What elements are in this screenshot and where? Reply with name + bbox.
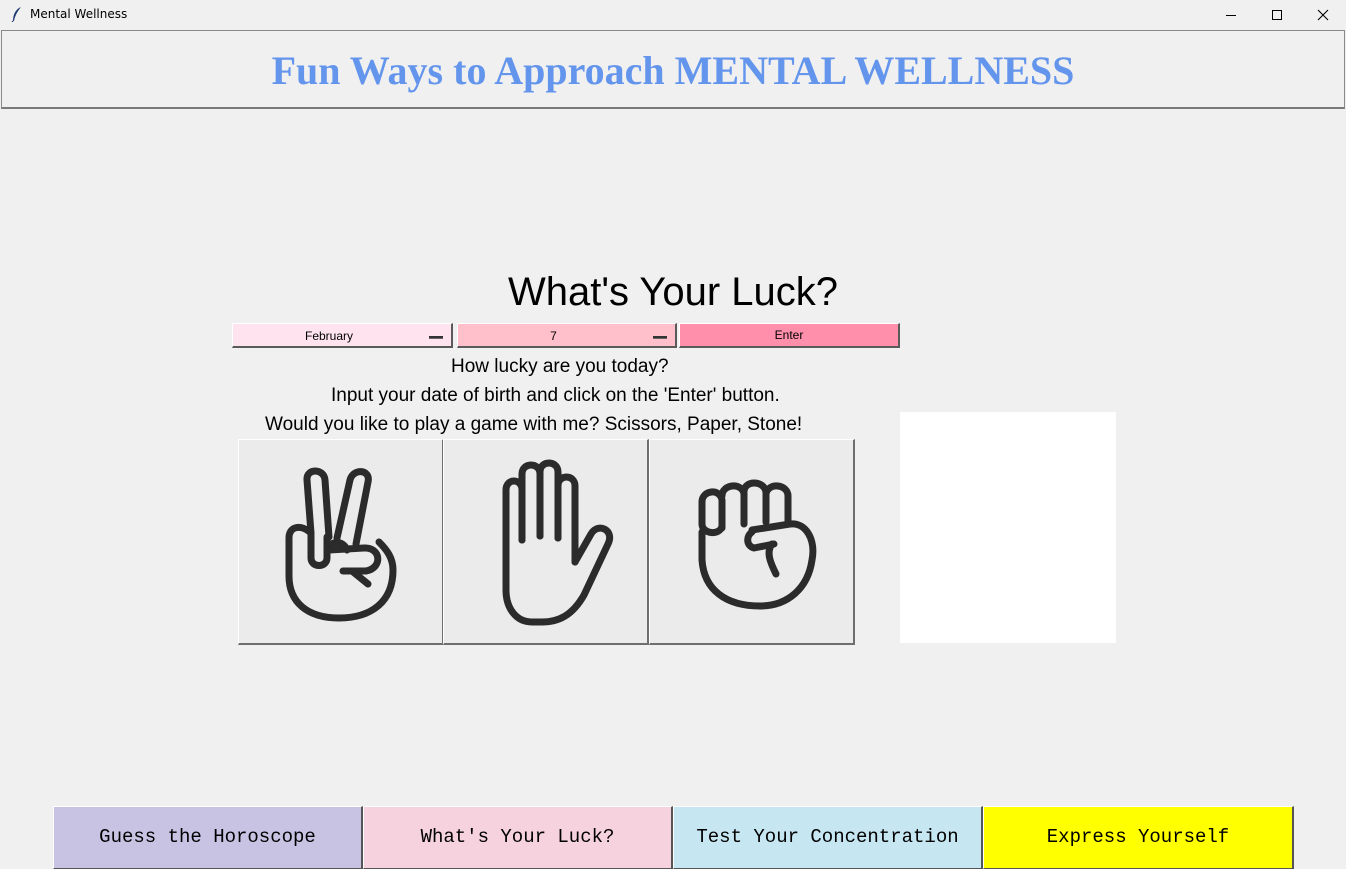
scissors-hand-icon xyxy=(285,467,397,622)
close-button[interactable] xyxy=(1300,0,1346,29)
minimize-button[interactable] xyxy=(1208,0,1254,29)
maximize-icon xyxy=(1272,9,1282,20)
day-select[interactable]: 7 xyxy=(457,323,677,348)
nav-whats-your-luck-button[interactable]: What's Your Luck? xyxy=(363,806,673,869)
window-titlebar: Mental Wellness xyxy=(0,0,1346,30)
stone-button[interactable] xyxy=(649,439,855,645)
nav-guess-horoscope-button[interactable]: Guess the Horoscope xyxy=(53,806,363,869)
window-title: Mental Wellness xyxy=(30,7,128,21)
day-select-value: 7 xyxy=(550,329,557,343)
close-icon xyxy=(1317,9,1329,20)
dropdown-arrow-icon xyxy=(653,336,667,339)
maximize-button[interactable] xyxy=(1254,0,1300,29)
info-line-lucky: How lucky are you today? xyxy=(451,356,669,377)
page-title: Fun Ways to Approach MENTAL WELLNESS xyxy=(271,48,1075,93)
info-line-game: Would you like to play a game with me? S… xyxy=(265,414,803,435)
info-line-instructions: Input your date of birth and click on th… xyxy=(331,385,780,406)
paper-hand-icon xyxy=(502,459,614,626)
stone-fist-icon xyxy=(698,479,817,610)
nav-express-yourself-button[interactable]: Express Yourself xyxy=(983,806,1294,869)
section-title: What's Your Luck? xyxy=(507,270,839,314)
header-panel: Fun Ways to Approach MENTAL WELLNESS xyxy=(1,30,1345,109)
dropdown-arrow-icon xyxy=(429,336,443,339)
enter-button[interactable]: Enter xyxy=(679,323,900,348)
month-select-value: February xyxy=(304,329,354,343)
bottom-navigation: Guess the Horoscope What's Your Luck? Te… xyxy=(53,806,1294,869)
feather-icon xyxy=(11,7,21,22)
scissors-button[interactable] xyxy=(238,439,444,645)
result-image-panel xyxy=(900,412,1116,643)
minimize-icon xyxy=(1226,14,1236,16)
nav-test-concentration-button[interactable]: Test Your Concentration xyxy=(673,806,983,869)
paper-button[interactable] xyxy=(443,439,649,645)
month-select[interactable]: February xyxy=(232,323,453,348)
